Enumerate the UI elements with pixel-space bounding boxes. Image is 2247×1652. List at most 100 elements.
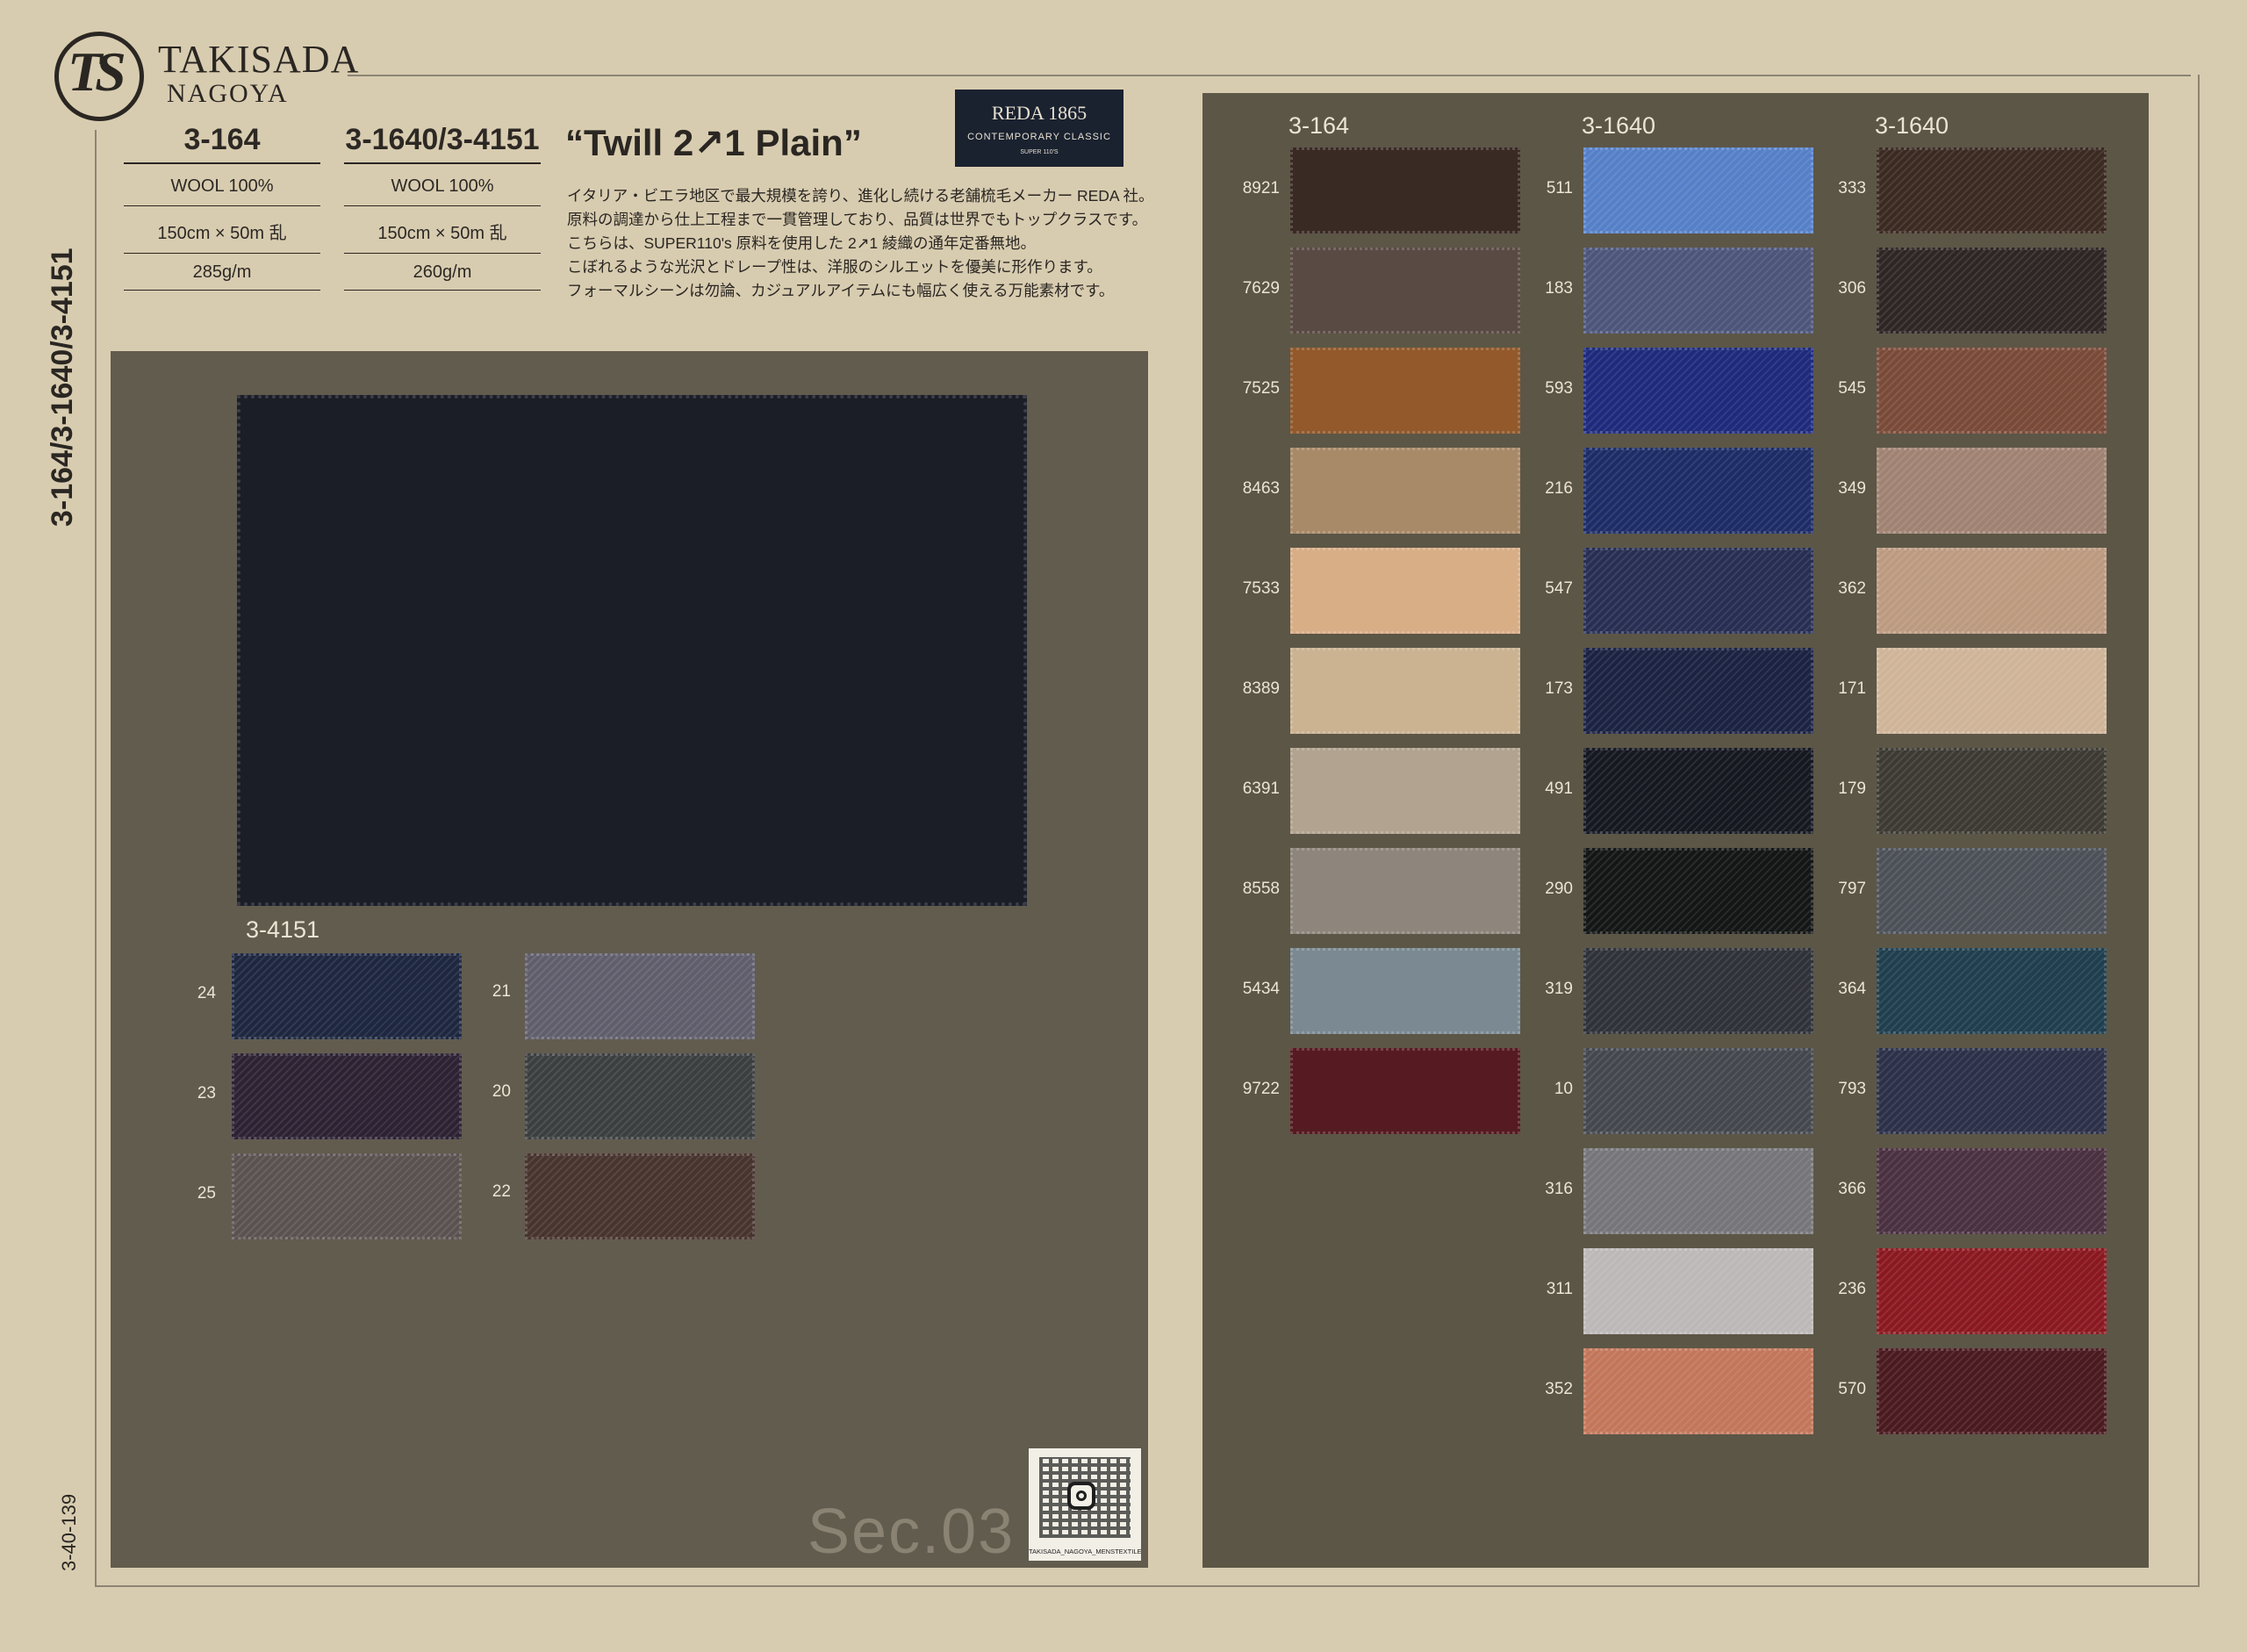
brand-logo-icon: TS [54,32,144,121]
section-label: Sec.03 [808,1497,1016,1567]
swatch[interactable] [1583,1148,1813,1234]
brand-logo-letters: TS [68,40,126,103]
swatch-number: 797 [1838,880,1866,898]
group-label: 3-164 [1289,112,1350,139]
swatch[interactable] [1877,1048,2107,1134]
swatch[interactable] [1583,748,1813,834]
swatch-number: 183 [1545,279,1573,298]
swatch-number: 23 [197,1084,216,1103]
swatch-number: 10 [1554,1080,1573,1098]
spec-size: 150cm × 50m 乱 [344,206,541,254]
spec-weight: 285g/m [124,254,320,291]
swatch-number: 216 [1545,479,1573,498]
group-label: 3-4151 [246,916,320,943]
swatch-number: 7525 [1242,379,1280,398]
swatch[interactable] [1877,548,2107,634]
spec-composition: WOOL 100% [124,164,320,206]
swatch[interactable] [1290,748,1520,834]
spec-code: 3-164 [124,123,320,164]
swatch-number: 171 [1838,679,1866,698]
swatch-number: 319 [1545,980,1573,998]
spec-size: 150cm × 50m 乱 [124,206,320,254]
swatch-number: 547 [1545,579,1573,598]
swatch[interactable] [1290,1048,1520,1134]
group-label: 3-1640 [1875,112,1949,139]
swatch[interactable] [1877,448,2107,534]
swatch[interactable] [232,1153,462,1239]
swatch-number: 7533 [1242,579,1280,598]
swatch[interactable] [1877,648,2107,734]
instagram-icon [1067,1482,1095,1510]
swatch[interactable] [1877,1248,2107,1334]
swatch[interactable] [1290,147,1520,233]
swatch-number: 9722 [1242,1080,1280,1098]
swatch[interactable] [1290,848,1520,934]
brand-name: TAKISADA [158,38,360,81]
swatch[interactable] [1290,548,1520,634]
swatch[interactable] [1877,948,2107,1034]
swatch[interactable] [1583,1048,1813,1134]
swatch-number: 593 [1545,379,1573,398]
swatch[interactable] [1583,448,1813,534]
swatch[interactable] [1290,648,1520,734]
swatch-number: 290 [1545,880,1573,898]
frame-line-top [348,75,2191,76]
swatch[interactable] [1583,1248,1813,1334]
swatch[interactable] [232,953,462,1039]
swatch[interactable] [1583,948,1813,1034]
swatch-number: 511 [1546,179,1573,198]
swatch[interactable] [1583,147,1813,233]
spec-column: 3-1640/3-4151 WOOL 100% 150cm × 50m 乱 26… [344,123,541,291]
swatch[interactable] [1877,248,2107,334]
swatch-number: 8463 [1242,479,1280,498]
swatch[interactable] [1877,1348,2107,1434]
swatch[interactable] [525,1053,755,1139]
swatch-number: 366 [1838,1180,1866,1198]
swatch[interactable] [1583,348,1813,434]
swatch-number: 25 [197,1184,216,1203]
swatch[interactable] [1877,1148,2107,1234]
swatch[interactable] [1877,348,2107,434]
swatch[interactable] [1583,648,1813,734]
swatch[interactable] [1583,248,1813,334]
swatch-number: 349 [1838,479,1866,498]
swatch[interactable] [1877,848,2107,934]
swatch-number: 5434 [1242,980,1280,998]
qr-caption: TAKISADA_NAGOYA_MENSTEXTILE [1029,1548,1142,1555]
qr-code[interactable]: TAKISADA_NAGOYA_MENSTEXTILE [1029,1448,1142,1561]
swatch[interactable] [1877,147,2107,233]
swatch[interactable] [525,953,755,1039]
group-label: 3-1640 [1582,112,1656,139]
swatch[interactable] [232,1053,462,1139]
fabric-title: “Twill 2↗1 Plain” [565,122,862,163]
spec-column: 3-164 WOOL 100% 150cm × 50m 乱 285g/m [124,123,320,291]
spec-composition: WOOL 100% [344,164,541,206]
swatch[interactable] [525,1153,755,1239]
brand-location: NAGOYA [167,79,289,108]
frame-line-bottom [95,1585,2198,1587]
swatch[interactable] [1290,248,1520,334]
swatch-number: 491 [1545,779,1573,798]
frame-line-right [2198,75,2200,1587]
swatch-number: 570 [1838,1380,1866,1398]
swatch-number: 8389 [1242,679,1280,698]
swatch[interactable] [1583,848,1813,934]
spec-code: 3-1640/3-4151 [344,123,541,164]
swatch[interactable] [1290,348,1520,434]
swatch[interactable] [1290,948,1520,1034]
swatch-number: 22 [492,1182,511,1201]
swatch-number: 364 [1838,980,1866,998]
swatch-number: 179 [1838,779,1866,798]
swatch[interactable] [1583,548,1813,634]
reda-badge-line: CONTEMPORARY CLASSIC [967,132,1111,142]
swatch[interactable] [1583,1348,1813,1434]
description: イタリア・ビエラ地区で最大規模を誇り、進化し続ける老舗梳毛メーカー REDA 社… [567,187,1154,299]
swatch-number: 352 [1545,1380,1573,1398]
swatch-number: 306 [1838,279,1866,298]
swatch[interactable] [1290,448,1520,534]
swatch-number: 333 [1838,179,1866,198]
swatch-number: 8558 [1242,880,1280,898]
swatch-number: 8921 [1242,179,1280,198]
swatch[interactable] [1877,748,2107,834]
swatch-number: 24 [197,984,216,1002]
